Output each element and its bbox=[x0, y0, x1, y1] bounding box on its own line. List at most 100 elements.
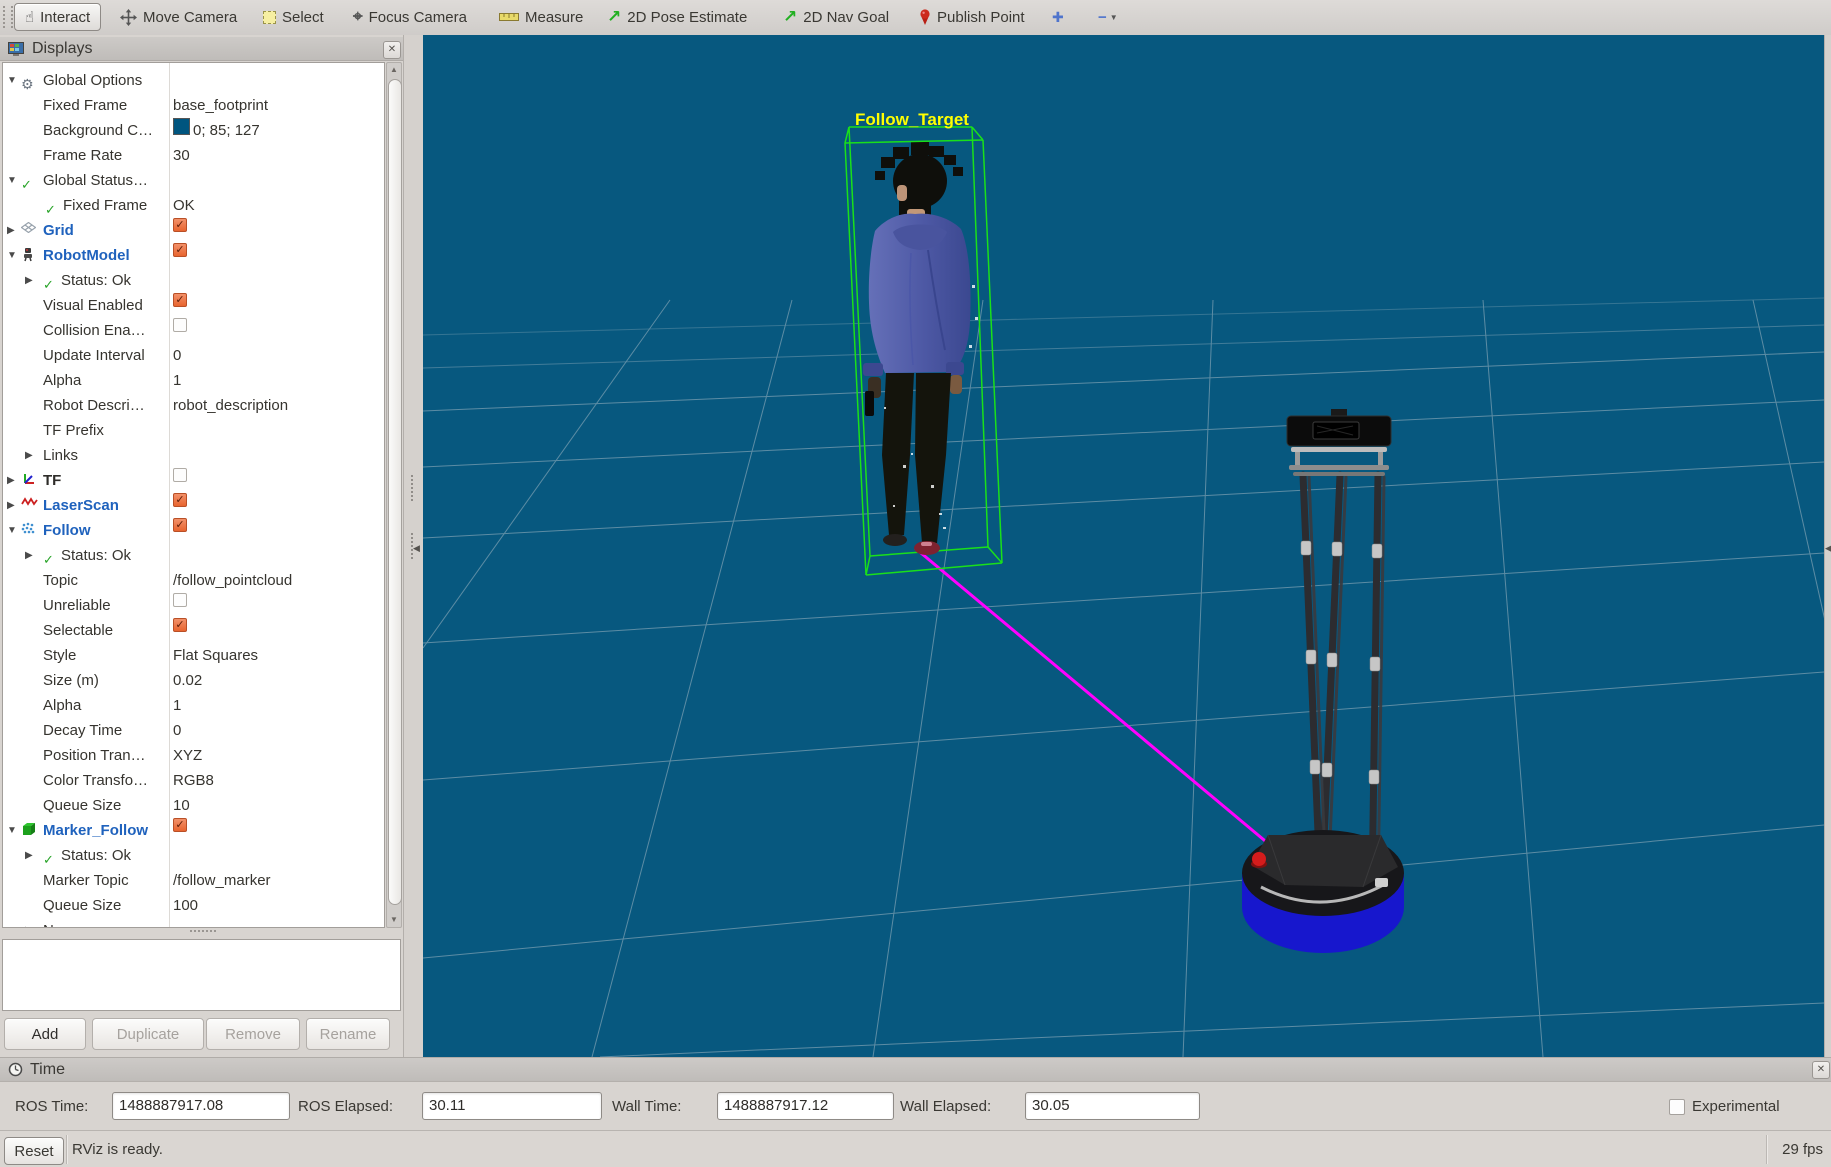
tree-row-n[interactable]: ▶N bbox=[3, 918, 384, 927]
chevron-down-icon[interactable]: ▼ bbox=[7, 818, 17, 843]
chevron-right-icon[interactable]: ▶ bbox=[7, 218, 15, 243]
collapse-left-icon[interactable]: ◀ bbox=[413, 543, 420, 554]
tree-row-value[interactable]: 0.02 bbox=[173, 668, 202, 693]
tree-row-value[interactable]: /follow_pointcloud bbox=[173, 568, 292, 593]
toolbar-item-2d-nav-goal[interactable]: ↗ 2D Nav Goal bbox=[783, 0, 889, 34]
time-field-input[interactable]: 30.05 bbox=[1025, 1092, 1200, 1120]
chevron-down-icon[interactable]: ▼ bbox=[7, 68, 17, 93]
tree-row-laserscan[interactable]: ▶ LaserScan ✓ bbox=[3, 493, 384, 518]
tree-row-marker-topic[interactable]: Marker Topic/follow_marker bbox=[3, 868, 384, 893]
left-splitter[interactable]: ◀ bbox=[403, 35, 425, 1057]
tree-row-value[interactable]: XYZ bbox=[173, 743, 202, 768]
checkbox-checked[interactable]: ✓ bbox=[173, 243, 187, 257]
tree-row-global-options[interactable]: ▼ ⚙ Global Options bbox=[3, 68, 384, 93]
checkbox-unchecked[interactable] bbox=[173, 468, 187, 482]
toolbar-item-plus-icon[interactable]: ✚ bbox=[1052, 0, 1064, 34]
displays-tree[interactable]: ▼ ⚙ Global Options Fixed Frame base_footprin… bbox=[2, 62, 385, 928]
tree-row-value[interactable]: 30 bbox=[173, 143, 190, 168]
chevron-right-icon[interactable]: ▶ bbox=[25, 843, 33, 868]
checkbox-checked[interactable]: ✓ bbox=[173, 218, 187, 232]
tree-row-status-ok[interactable]: ▶ ✓ Status: Ok bbox=[3, 268, 384, 293]
checkbox-checked[interactable]: ✓ bbox=[173, 493, 187, 507]
viewport-background[interactable] bbox=[423, 35, 1824, 1057]
reset-button[interactable]: Reset bbox=[4, 1137, 64, 1165]
tree-row-visual-enabled[interactable]: Visual Enabled ✓ bbox=[3, 293, 384, 318]
tree-row-collision-ena-[interactable]: Collision Ena… bbox=[3, 318, 384, 343]
time-field-input[interactable]: 1488887917.08 bbox=[112, 1092, 290, 1120]
tree-row-value[interactable]: RGB8 bbox=[173, 768, 214, 793]
tree-row-position-tran-[interactable]: Position Tran… XYZ bbox=[3, 743, 384, 768]
chevron-right-icon[interactable]: ▶ bbox=[25, 918, 33, 927]
time-close-button[interactable]: ✕ bbox=[1812, 1061, 1830, 1079]
tree-row-value[interactable]: Flat Squares bbox=[173, 643, 258, 668]
tree-row-alpha[interactable]: Alpha 1 bbox=[3, 693, 384, 718]
tree-row-alpha[interactable]: Alpha 1 bbox=[3, 368, 384, 393]
tree-row-value[interactable]: base_footprint bbox=[173, 93, 268, 118]
checkbox-unchecked[interactable] bbox=[173, 318, 187, 332]
toolbar-item-move-camera[interactable]: Move Camera bbox=[120, 0, 237, 34]
tree-row-value[interactable]: /follow_marker bbox=[173, 868, 271, 893]
tree-row-value[interactable]: 10 bbox=[173, 793, 190, 818]
scrollbar-thumb[interactable] bbox=[388, 79, 402, 905]
tree-row-status-ok[interactable]: ▶ ✓ Status: Ok bbox=[3, 843, 384, 868]
tree-row-frame-rate[interactable]: Frame Rate 30 bbox=[3, 143, 384, 168]
chevron-right-icon[interactable]: ▶ bbox=[7, 468, 15, 493]
tree-row-color-transfo-[interactable]: Color Transfo… RGB8 bbox=[3, 768, 384, 793]
tree-row-global-status-[interactable]: ▼ ✓ Global Status… bbox=[3, 168, 384, 193]
chevron-down-icon[interactable]: ▼ bbox=[7, 518, 17, 543]
tree-row-style[interactable]: Style Flat Squares bbox=[3, 643, 384, 668]
tree-row-grid[interactable]: ▶ Grid ✓ bbox=[3, 218, 384, 243]
checkbox-checked[interactable]: ✓ bbox=[173, 618, 187, 632]
tree-row-value[interactable]: 0; 85; 127 bbox=[193, 118, 260, 143]
toolbar-item-measure[interactable]: Measure bbox=[499, 0, 583, 34]
tree-row-decay-time[interactable]: Decay Time 0 bbox=[3, 718, 384, 743]
toolbar-item-select[interactable]: Select bbox=[263, 0, 324, 34]
toolbar-item-interact[interactable]: ☝ Interact bbox=[14, 3, 102, 31]
experimental-checkbox[interactable] bbox=[1669, 1098, 1685, 1115]
chevron-right-icon[interactable]: ▶ bbox=[25, 443, 33, 468]
checkbox-unchecked[interactable] bbox=[173, 593, 187, 607]
tree-row-queue-size[interactable]: Queue Size 100 bbox=[3, 893, 384, 918]
tree-row-value[interactable]: 0 bbox=[173, 343, 181, 368]
time-field-input[interactable]: 1488887917.12 bbox=[717, 1092, 894, 1120]
toolbar-item-focus-camera[interactable]: ⌖ Focus Camera bbox=[353, 0, 467, 34]
tree-row-fixed-frame[interactable]: ✓ Fixed Frame OK bbox=[3, 193, 384, 218]
tree-row-value[interactable]: 1 bbox=[173, 368, 181, 393]
tree-row-size-m-[interactable]: Size (m) 0.02 bbox=[3, 668, 384, 693]
tree-row-marker-follow[interactable]: ▼ Marker_Follow ✓ bbox=[3, 818, 384, 843]
chevron-right-icon[interactable]: ▶ bbox=[25, 543, 33, 568]
tree-row-unreliable[interactable]: Unreliable bbox=[3, 593, 384, 618]
tree-row-fixed-frame[interactable]: Fixed Frame base_footprint bbox=[3, 93, 384, 118]
3d-viewport[interactable]: Follow_Target bbox=[422, 35, 1831, 1058]
toolbar-item-2d-pose-estimate[interactable]: ↗ 2D Pose Estimate bbox=[607, 0, 747, 34]
toolbar-grip[interactable] bbox=[3, 6, 13, 28]
splitter-grip[interactable] bbox=[411, 475, 419, 501]
chevron-right-icon[interactable]: ▶ bbox=[25, 268, 33, 293]
tree-row-value[interactable]: 0 bbox=[173, 718, 181, 743]
remove-button[interactable]: Remove bbox=[206, 1018, 300, 1050]
tree-row-background-c-[interactable]: Background C… 0; 85; 127 bbox=[3, 118, 384, 143]
tree-row-value[interactable]: 100 bbox=[173, 893, 198, 918]
rename-button[interactable]: Rename bbox=[306, 1018, 390, 1050]
tree-row-links[interactable]: ▶ Links bbox=[3, 443, 384, 468]
tree-row-update-interval[interactable]: Update Interval 0 bbox=[3, 343, 384, 368]
time-field-input[interactable]: 30.11 bbox=[422, 1092, 602, 1120]
displays-vertical-scrollbar[interactable]: ▲ ▼ bbox=[386, 62, 402, 928]
tree-row-tf[interactable]: ▶ TF bbox=[3, 468, 384, 493]
tree-row-robotmodel[interactable]: ▼ RobotModel ✓ bbox=[3, 243, 384, 268]
toolbar-item-minus-caret-icon[interactable]: − ▼ bbox=[1098, 0, 1118, 34]
chevron-right-icon[interactable]: ▶ bbox=[7, 493, 15, 518]
tree-row-tf-prefix[interactable]: TF Prefix bbox=[3, 418, 384, 443]
chevron-down-icon[interactable]: ▼ bbox=[7, 243, 17, 268]
right-splitter[interactable]: ◀ bbox=[1824, 35, 1831, 1057]
collapse-right-icon[interactable]: ◀ bbox=[1825, 543, 1831, 554]
tree-row-follow[interactable]: ▼ Follow ✓ bbox=[3, 518, 384, 543]
scroll-down-icon[interactable]: ▼ bbox=[390, 915, 398, 924]
tree-row-selectable[interactable]: Selectable ✓ bbox=[3, 618, 384, 643]
checkbox-checked[interactable]: ✓ bbox=[173, 518, 187, 532]
tree-row-status-ok[interactable]: ▶ ✓ Status: Ok bbox=[3, 543, 384, 568]
duplicate-button[interactable]: Duplicate bbox=[92, 1018, 204, 1050]
scroll-up-icon[interactable]: ▲ bbox=[390, 65, 398, 74]
chevron-down-icon[interactable]: ▼ bbox=[7, 168, 17, 193]
tree-row-robot-descri-[interactable]: Robot Descri… robot_description bbox=[3, 393, 384, 418]
